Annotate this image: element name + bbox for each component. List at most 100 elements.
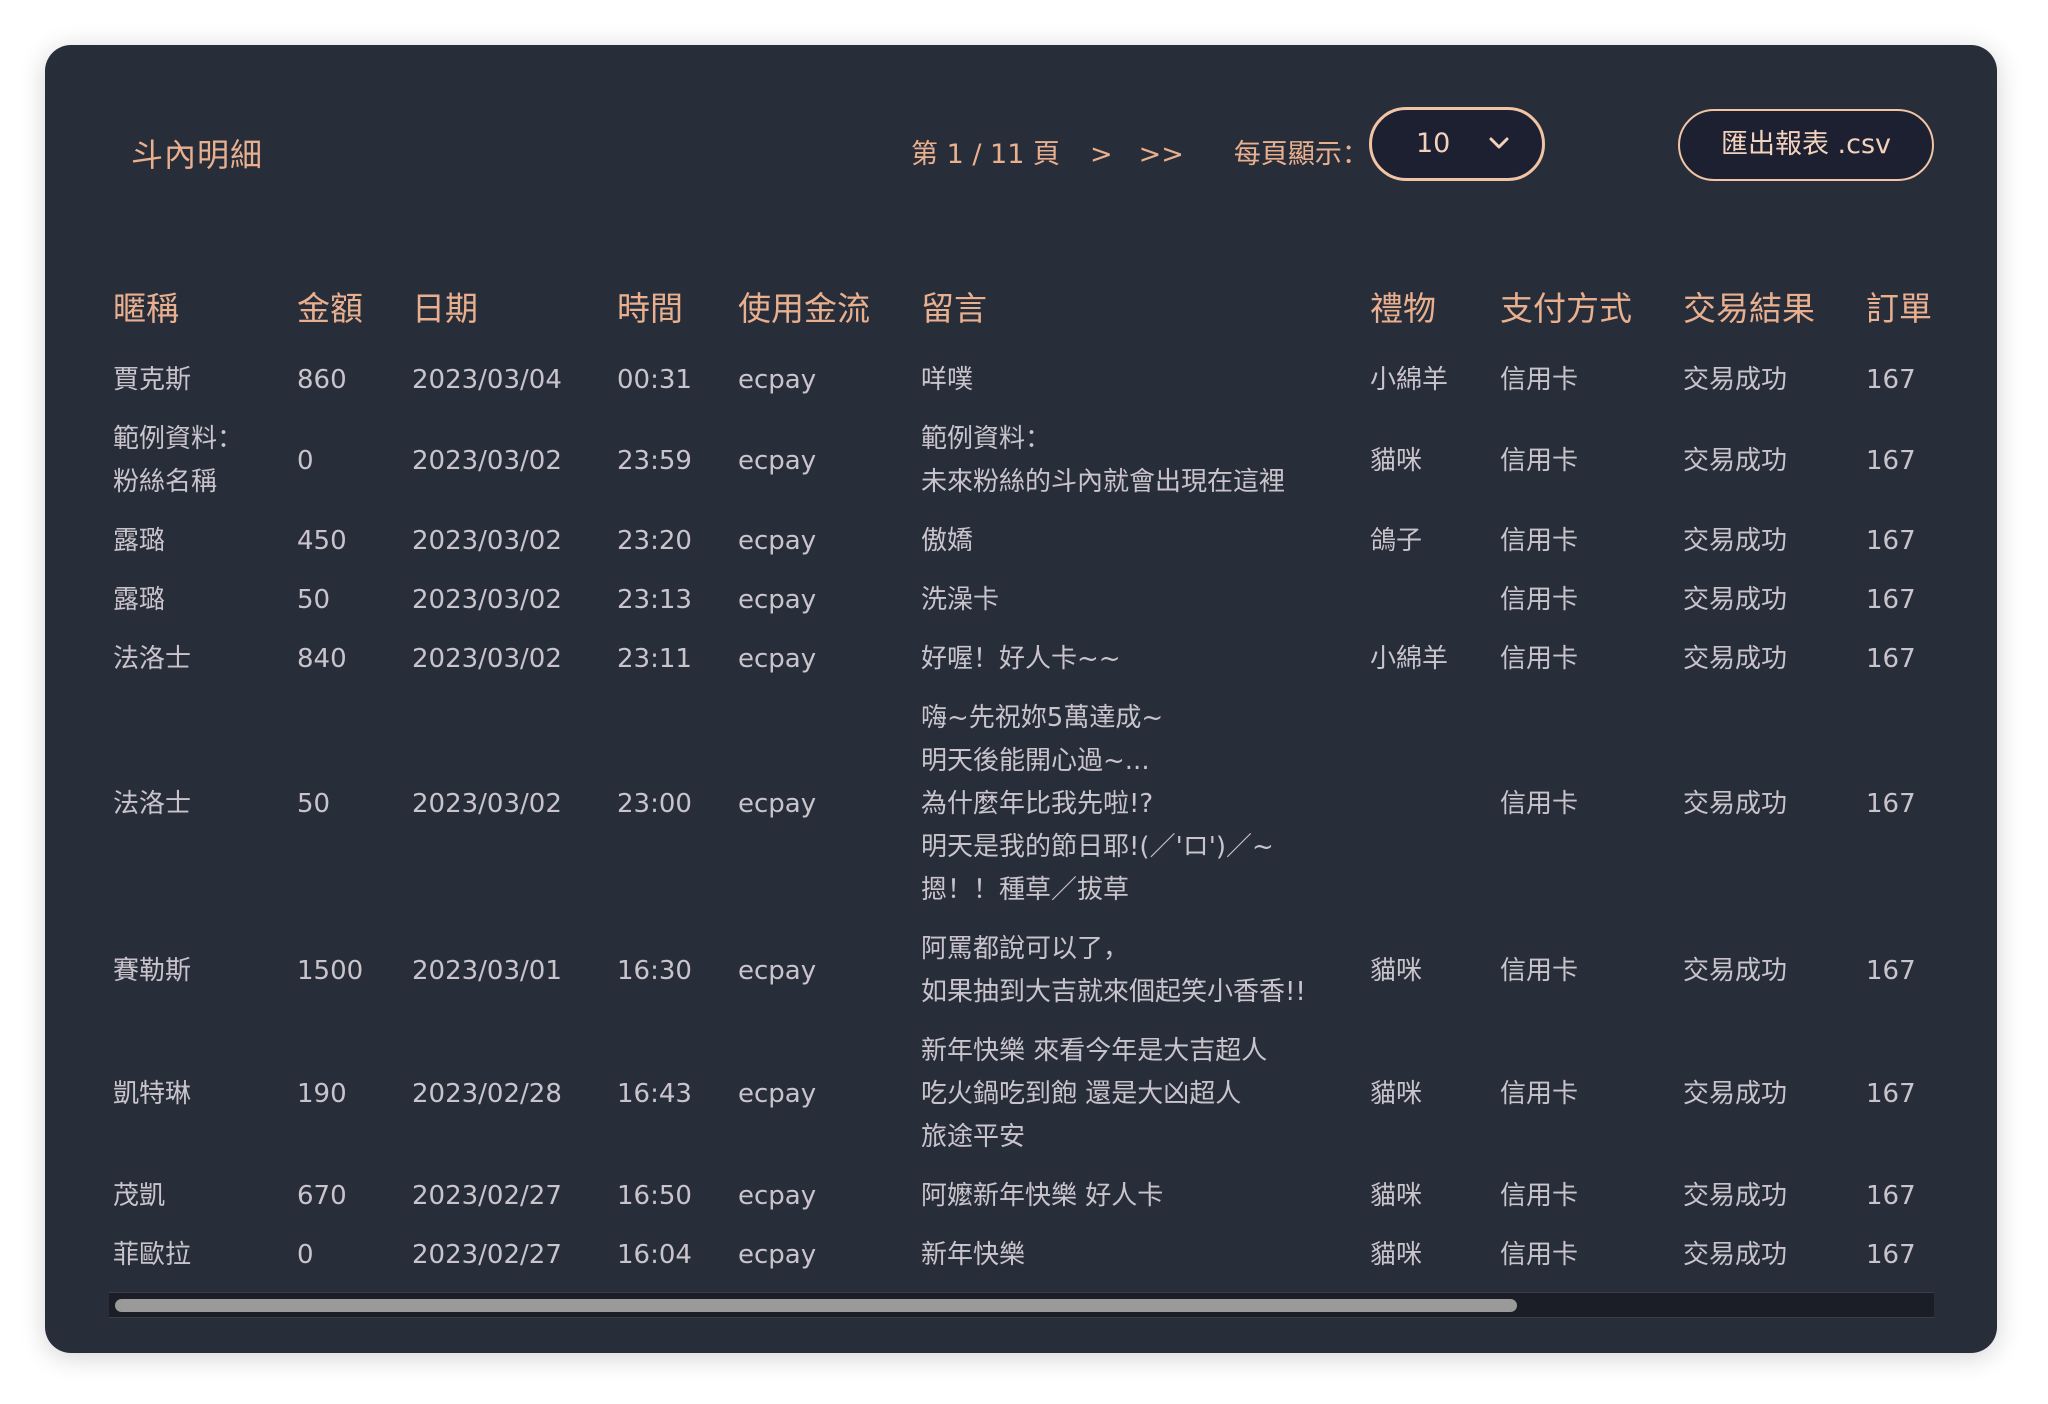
cell-amount: 450 <box>297 526 347 556</box>
column-header-message: 留言 <box>921 289 987 328</box>
cell-transaction-result: 交易成功 <box>1683 644 1788 674</box>
table-row: 法洛士 840 2023/03/02 23:11 ecpay 好喔！好人卡~~ 小綿羊 信用卡… <box>109 630 1934 689</box>
cell-date: 2023/03/02 <box>412 445 562 476</box>
cell-date: 2023/03/02 <box>412 789 562 819</box>
table-row: 菲歐拉 0 2023/02/27 16:04 ecpay 新年快樂 貓咪 信用卡 交易成功 167 <box>109 1226 1934 1285</box>
cell-order: 167 <box>1866 1240 1916 1270</box>
cell-order: 167 <box>1866 1181 1916 1211</box>
cell-date: 2023/03/02 <box>412 526 562 556</box>
cell-transaction-result: 交易成功 <box>1683 789 1788 819</box>
cell-gift: 貓咪 <box>1370 1181 1423 1211</box>
next-page-button[interactable]: > <box>1090 125 1113 185</box>
column-header-nickname: 暱稱 <box>113 289 179 328</box>
cell-gift <box>1366 689 1496 920</box>
cell-payment-gateway: ecpay <box>738 789 817 819</box>
cell-nickname: 露璐 <box>113 526 166 556</box>
cell-date: 2023/03/04 <box>412 365 562 395</box>
cell-time: 23:20 <box>617 526 692 556</box>
cell-time: 23:11 <box>617 644 692 674</box>
cell-gift: 貓咪 <box>1370 1079 1423 1109</box>
panel-title: 斗內明細 <box>131 136 264 174</box>
cell-message: 範例資料： 未來粉絲的斗內就會出現在這裡 <box>921 424 1286 497</box>
cell-amount: 670 <box>297 1181 347 1211</box>
column-header-gift: 禮物 <box>1370 289 1436 328</box>
cell-order: 167 <box>1866 585 1916 615</box>
cell-message: 嗨~先祝妳5萬達成~ 明天後能開心過~... 為什麼年比我先啦!? 明天是我的節… <box>921 703 1274 905</box>
cell-transaction-result: 交易成功 <box>1683 1181 1788 1211</box>
cell-time: 16:50 <box>617 1181 692 1211</box>
cell-nickname: 法洛士 <box>113 644 192 674</box>
cell-amount: 1500 <box>297 955 364 986</box>
cell-order: 167 <box>1866 789 1916 819</box>
cell-gift <box>1366 571 1496 630</box>
cell-time: 16:04 <box>617 1240 692 1270</box>
per-page-select[interactable]: 10 <box>1369 107 1545 181</box>
table-row: 範例資料： 粉絲名稱 0 2023/03/02 23:59 ecpay 範例資料： 未來粉… <box>109 410 1934 512</box>
cell-payment-method: 信用卡 <box>1500 1079 1579 1109</box>
cell-nickname: 凱特琳 <box>113 1079 192 1109</box>
cell-message: 新年快樂 來看今年是大吉超人 吃火鍋吃到飽 還是大凶超人 旅途平安 <box>921 1036 1268 1152</box>
cell-time: 23:59 <box>617 445 692 476</box>
pagination: 第 1 / 11 頁 > >> 每頁顯示： <box>911 125 1369 185</box>
per-page-label: 每頁顯示： <box>1233 139 1369 170</box>
cell-transaction-result: 交易成功 <box>1683 526 1788 556</box>
cell-gift: 貓咪 <box>1370 955 1423 986</box>
last-page-button[interactable]: >> <box>1139 125 1184 185</box>
column-header-date: 日期 <box>412 289 478 328</box>
cell-payment-method: 信用卡 <box>1500 1181 1579 1211</box>
cell-time: 23:13 <box>617 585 692 615</box>
cell-payment-gateway: ecpay <box>738 1079 817 1109</box>
cell-order: 167 <box>1866 526 1916 556</box>
donation-table-container: 暱稱 金額 日期 時間 使用金流 留言 禮物 支付方式 交易結果 訂單 賈克斯 860 2023/03… <box>109 261 1934 1301</box>
donation-details-panel: 斗內明細 第 1 / 11 頁 > >> 每頁顯示： 10 匯出報表 .csv <box>45 45 1997 1353</box>
cell-time: 00:31 <box>617 365 692 395</box>
cell-payment-gateway: ecpay <box>738 526 817 556</box>
cell-nickname: 範例資料： 粉絲名稱 <box>113 424 244 497</box>
cell-gift: 貓咪 <box>1370 445 1423 476</box>
table-row: 賽勒斯 1500 2023/03/01 16:30 ecpay 阿罵都說可以了， 如果抽到… <box>109 920 1934 1022</box>
cell-payment-method: 信用卡 <box>1500 365 1579 395</box>
cell-payment-method: 信用卡 <box>1500 526 1579 556</box>
cell-message: 洗澡卡 <box>921 585 1000 615</box>
cell-message: 阿罵都說可以了， 如果抽到大吉就來個起笑小香香!! <box>921 934 1306 1007</box>
cell-payment-gateway: ecpay <box>738 644 817 674</box>
cell-amount: 0 <box>297 445 314 476</box>
table-row: 法洛士 50 2023/03/02 23:00 ecpay 嗨~先祝妳5萬達成~ 明天後能… <box>109 689 1934 920</box>
cell-transaction-result: 交易成功 <box>1683 445 1788 476</box>
column-header-transaction-result: 交易結果 <box>1683 289 1815 328</box>
cell-payment-method: 信用卡 <box>1500 789 1579 819</box>
cell-payment-gateway: ecpay <box>738 1181 817 1211</box>
cell-nickname: 賈克斯 <box>113 365 192 395</box>
table-row: 凱特琳 190 2023/02/28 16:43 ecpay 新年快樂 來看今年是大吉超人… <box>109 1022 1934 1167</box>
page-indicator: 第 1 / 11 頁 <box>911 139 1060 170</box>
column-header-amount: 金額 <box>297 289 363 328</box>
cell-nickname: 法洛士 <box>113 789 192 819</box>
cell-date: 2023/02/27 <box>412 1181 562 1211</box>
column-header-payment-gateway: 使用金流 <box>738 289 870 328</box>
cell-time: 23:00 <box>617 789 692 819</box>
cell-amount: 0 <box>297 1240 314 1270</box>
cell-gift: 鴿子 <box>1370 526 1423 556</box>
cell-date: 2023/03/01 <box>412 955 562 986</box>
cell-amount: 50 <box>297 789 331 819</box>
cell-nickname: 露璐 <box>113 585 166 615</box>
cell-transaction-result: 交易成功 <box>1683 1079 1788 1109</box>
cell-payment-gateway: ecpay <box>738 955 817 986</box>
horizontal-scrollbar[interactable] <box>109 1292 1934 1318</box>
cell-payment-method: 信用卡 <box>1500 955 1579 986</box>
cell-time: 16:30 <box>617 955 692 986</box>
donation-table: 暱稱 金額 日期 時間 使用金流 留言 禮物 支付方式 交易結果 訂單 賈克斯 860 2023/03… <box>109 261 1934 1285</box>
export-csv-button[interactable]: 匯出報表 .csv <box>1678 109 1934 181</box>
cell-payment-method: 信用卡 <box>1500 445 1579 476</box>
scrollbar-thumb[interactable] <box>115 1299 1517 1312</box>
column-header-time: 時間 <box>617 289 683 328</box>
cell-transaction-result: 交易成功 <box>1683 955 1788 986</box>
cell-message: 新年快樂 <box>921 1240 1026 1270</box>
cell-nickname: 菲歐拉 <box>113 1240 192 1270</box>
chevron-down-icon <box>1489 137 1509 149</box>
cell-gift: 小綿羊 <box>1370 644 1449 674</box>
cell-amount: 840 <box>297 644 347 674</box>
cell-nickname: 茂凱 <box>113 1181 166 1211</box>
cell-transaction-result: 交易成功 <box>1683 365 1788 395</box>
cell-message: 阿嬤新年快樂 好人卡 <box>921 1181 1164 1211</box>
